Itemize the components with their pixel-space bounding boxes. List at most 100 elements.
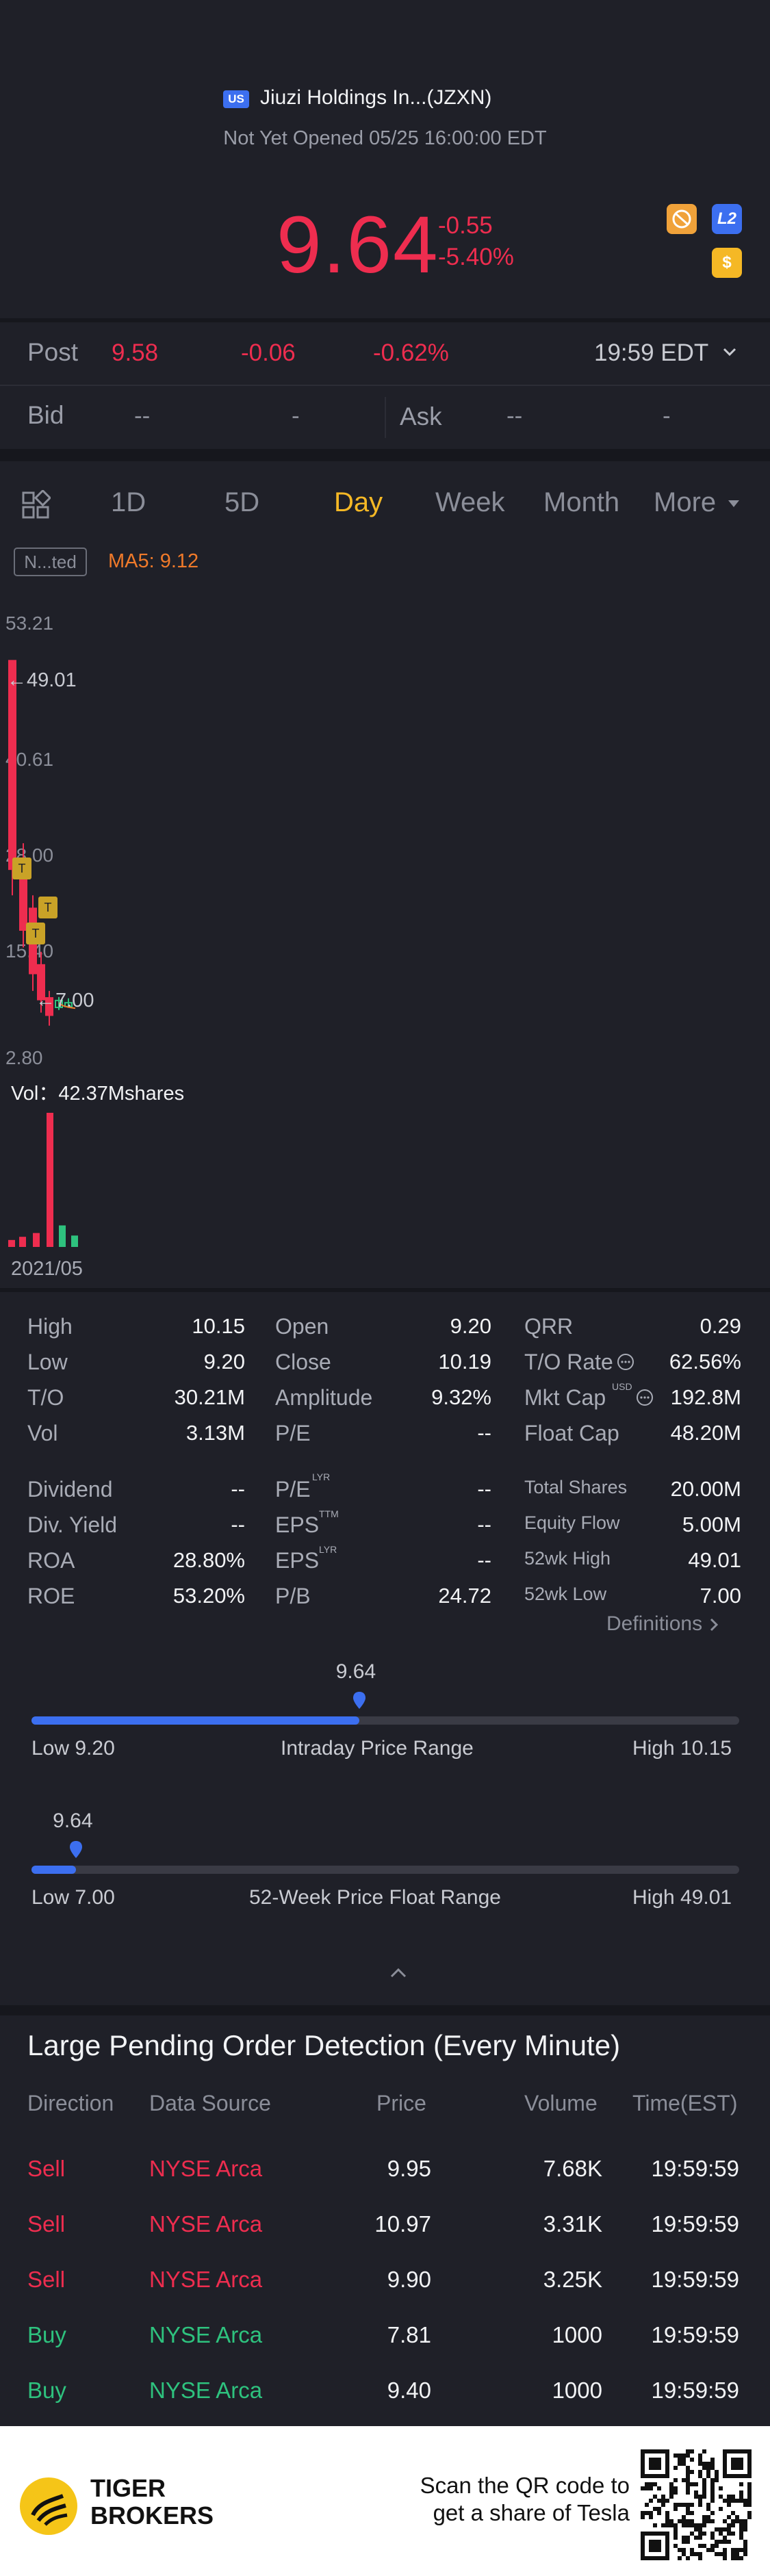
order-source: NYSE Arca — [149, 2211, 263, 2237]
market-badge: US — [223, 90, 249, 108]
week52-fill — [31, 1866, 77, 1874]
large-order-panel: Large Pending Order Detection (Every Min… — [0, 2015, 770, 2426]
tab-week[interactable]: Week — [435, 487, 505, 518]
stat-value: 10.19 — [438, 1350, 491, 1374]
order-source: NYSE Arca — [149, 2267, 263, 2292]
week52-high: High 49.01 — [632, 1886, 732, 1909]
col-time: Time(EST) — [632, 2091, 738, 2115]
lyr-superscript: LYR — [319, 1544, 337, 1555]
post-label: Post — [27, 338, 79, 366]
divider — [0, 449, 770, 461]
intraday-fill — [31, 1716, 359, 1725]
col-price: Price — [376, 2091, 426, 2115]
order-direction: Sell — [27, 2267, 66, 2292]
dollar-icon[interactable]: $ — [712, 248, 742, 278]
trade-marker[interactable]: T — [12, 858, 31, 879]
definitions-link[interactable]: Definitions — [606, 1612, 720, 1636]
ask-label: Ask — [400, 402, 442, 430]
divider — [385, 397, 386, 438]
stat-value: 9.20 — [203, 1350, 245, 1374]
intraday-high: High 10.15 — [632, 1737, 732, 1760]
tab-5d[interactable]: 5D — [224, 487, 259, 518]
market-status: Not Yet Opened 05/25 16:00:00 EDT — [223, 127, 547, 149]
volume-chart[interactable] — [0, 1109, 770, 1252]
cta-line-2: get a share of Tesla — [433, 2500, 630, 2525]
stat-label: T/O Rate — [524, 1350, 613, 1374]
stat-label: Low — [27, 1350, 68, 1374]
ask-price: -- — [506, 402, 523, 429]
tab-month[interactable]: Month — [543, 487, 619, 518]
candle-body — [19, 877, 27, 931]
range-pin-icon — [352, 1690, 367, 1714]
order-source: NYSE Arca — [149, 2156, 263, 2181]
stat-label: Open — [275, 1314, 329, 1339]
candlestick-chart[interactable] — [0, 602, 770, 1081]
divider — [0, 318, 770, 322]
order-direction: Sell — [27, 2156, 66, 2181]
intraday-low: Low 9.20 — [31, 1737, 115, 1760]
volume-bar — [71, 1235, 78, 1247]
last-price: 9.64 — [277, 200, 439, 290]
stat-label: Close — [275, 1350, 331, 1374]
stat-label: Vol — [27, 1421, 58, 1445]
week52-title: 52-Week Price Float Range — [249, 1886, 501, 1909]
col-direction: Direction — [27, 2091, 114, 2115]
order-volume: 1000 — [552, 2322, 602, 2347]
chevron-down-icon[interactable] — [720, 342, 739, 365]
stat-label: T/O — [27, 1385, 64, 1410]
caret-down-icon[interactable] — [727, 498, 741, 513]
divider — [0, 1288, 770, 1292]
col-volume: Volume — [524, 2091, 598, 2115]
stat-label: P/E — [275, 1421, 311, 1445]
order-direction: Sell — [27, 2211, 66, 2237]
ask-size: - — [663, 402, 671, 429]
no-entry-icon[interactable] — [667, 204, 697, 234]
stat-label: EPS — [275, 1548, 320, 1573]
qr-code-icon[interactable] — [641, 2449, 752, 2560]
tiger-logo-icon — [18, 2475, 79, 2540]
trade-marker[interactable]: T — [38, 897, 57, 918]
level2-icon[interactable]: L2 — [712, 204, 742, 234]
volume-bar — [47, 1113, 53, 1247]
post-price: 9.58 — [112, 339, 159, 366]
stock-name[interactable]: Jiuzi Holdings In...(JZXN) — [260, 86, 491, 110]
tab-day[interactable]: Day — [334, 487, 383, 518]
order-time: 19:59:59 — [651, 2267, 739, 2292]
cta-line-1: Scan the QR code to — [420, 2473, 630, 2498]
stat-label: ROE — [27, 1584, 75, 1608]
divider — [0, 385, 770, 386]
week52-low: Low 7.00 — [31, 1886, 115, 1909]
stat-label: P/E — [275, 1477, 311, 1502]
tab-1d[interactable]: 1D — [111, 487, 146, 518]
indicator-selector[interactable]: N...ted — [14, 548, 87, 576]
stat-value: 10.15 — [192, 1314, 245, 1338]
order-time: 19:59:59 — [651, 2211, 739, 2237]
stat-label: 52wk High — [524, 1548, 611, 1569]
info-icon[interactable] — [635, 1388, 654, 1411]
collapse-chevron-icon[interactable] — [385, 1964, 412, 1984]
post-time[interactable]: 19:59 EDT — [594, 339, 708, 367]
intraday-title: Intraday Price Range — [281, 1737, 474, 1760]
stat-value: -- — [477, 1512, 491, 1536]
stat-value: 9.32% — [431, 1385, 491, 1409]
stat-value: 20.00M — [670, 1477, 741, 1501]
info-icon[interactable] — [616, 1352, 635, 1375]
volume-bar — [19, 1237, 26, 1247]
stat-value: -- — [477, 1548, 491, 1572]
range-pin-icon — [68, 1840, 84, 1864]
order-source: NYSE Arca — [149, 2378, 263, 2403]
tab-more[interactable]: More — [654, 487, 716, 518]
stat-value: 48.20M — [670, 1421, 741, 1445]
candle-body — [8, 660, 16, 871]
layout-grid-icon[interactable] — [21, 489, 52, 524]
indicator-label: N...ted — [24, 552, 77, 572]
week52-current: 9.64 — [53, 1809, 93, 1832]
trade-marker[interactable]: T — [26, 923, 45, 944]
stat-value: -- — [231, 1512, 245, 1536]
stat-value: -- — [477, 1421, 491, 1445]
brand-line-2: BROKERS — [90, 2501, 214, 2529]
price-change: -0.55 — [438, 212, 493, 239]
stat-value: 5.00M — [682, 1512, 741, 1536]
order-volume: 1000 — [552, 2378, 602, 2403]
stat-value: 49.01 — [688, 1548, 741, 1572]
